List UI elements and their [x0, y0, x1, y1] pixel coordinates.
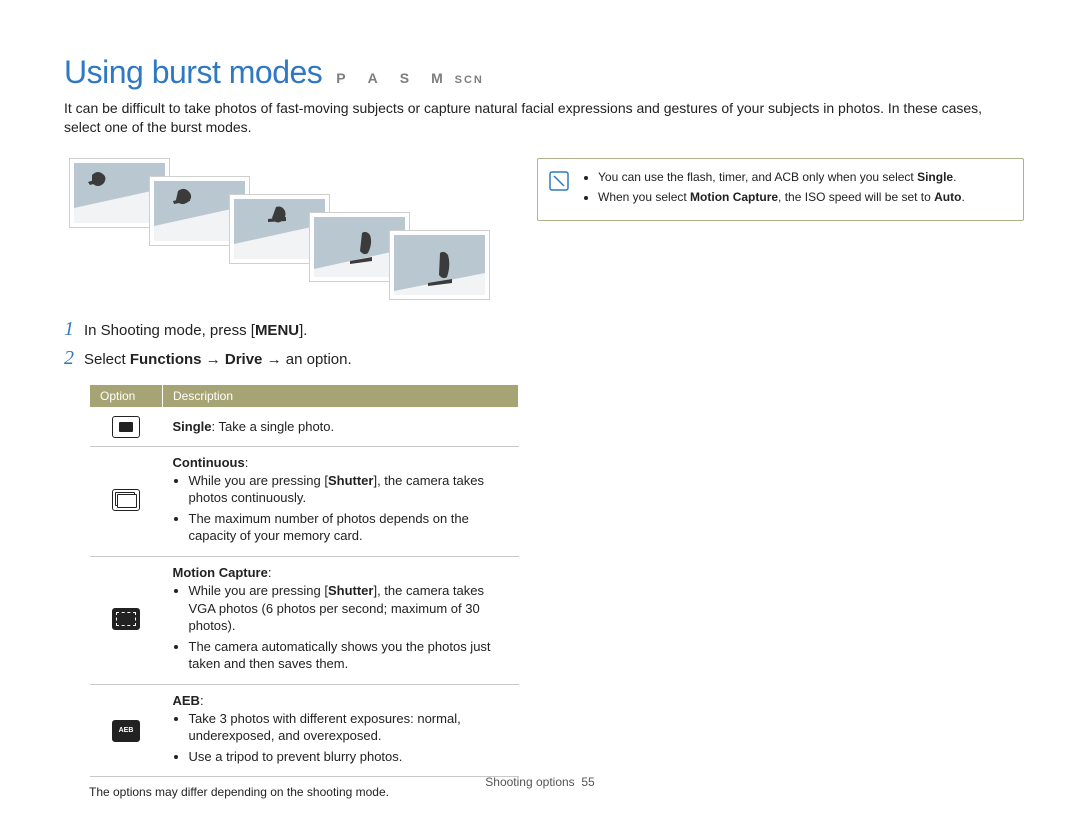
col-description: Description [163, 384, 519, 407]
motion-capture-icon [112, 608, 140, 630]
row-motion-capture: Motion Capture: While you are pressing [… [90, 556, 519, 684]
menu-key: MENU [255, 322, 299, 339]
continuous-bullet-2: The maximum number of photos depends on … [189, 510, 509, 545]
step-2: 2 Select Functions → Drive → an option. [64, 347, 1016, 370]
aeb-bullet-1: Take 3 photos with different exposures: … [189, 710, 509, 745]
step-text: Select Functions → Drive → an option. [84, 351, 352, 368]
note-bullet-1: You can use the flash, timer, and ACB on… [598, 169, 1009, 186]
note-icon [548, 170, 570, 192]
note-box: You can use the flash, timer, and ACB on… [537, 158, 1024, 221]
footer-page-number: 55 [581, 775, 594, 789]
step-1: 1 In Shooting mode, press [MENU]. [64, 318, 1016, 341]
step-number: 1 [64, 318, 74, 341]
motion-bullet-2: The camera automatically shows you the p… [189, 638, 509, 673]
mode-letters: P A S M [336, 70, 446, 86]
step-list: 1 In Shooting mode, press [MENU]. 2 Sele… [64, 318, 1016, 370]
intro-paragraph: It can be difficult to take photos of fa… [64, 99, 1016, 137]
col-option: Option [90, 384, 163, 407]
step-number: 2 [64, 347, 74, 370]
aeb-bullet-2: Use a tripod to prevent blurry photos. [189, 748, 509, 766]
title-text: Using burst modes [64, 54, 322, 91]
mode-scn: SCN [455, 74, 484, 86]
motion-bullet-1: While you are pressing [Shutter], the ca… [189, 582, 509, 635]
single-icon [112, 416, 140, 438]
continuous-bullet-1: While you are pressing [Shutter], the ca… [189, 472, 509, 507]
mode-badges: P A S M SCN [336, 70, 484, 86]
step-text: In Shooting mode, press [MENU]. [84, 322, 307, 339]
page-footer: Shooting options 55 [0, 775, 1080, 789]
footer-section: Shooting options [485, 775, 574, 789]
continuous-icon [112, 489, 140, 511]
manual-page: Using burst modes P A S M SCN It can be … [0, 0, 1080, 815]
options-table: Option Description Single: Take a single… [89, 384, 519, 778]
row-aeb: AEB: Take 3 photos with different exposu… [90, 684, 519, 777]
aeb-icon [112, 720, 140, 742]
note-bullet-2: When you select Motion Capture, the ISO … [598, 189, 1009, 206]
row-single: Single: Take a single photo. [90, 407, 519, 446]
row-continuous: Continuous: While you are pressing [Shut… [90, 446, 519, 556]
page-title: Using burst modes P A S M SCN [64, 54, 1016, 91]
thumbnail-5 [390, 231, 489, 299]
